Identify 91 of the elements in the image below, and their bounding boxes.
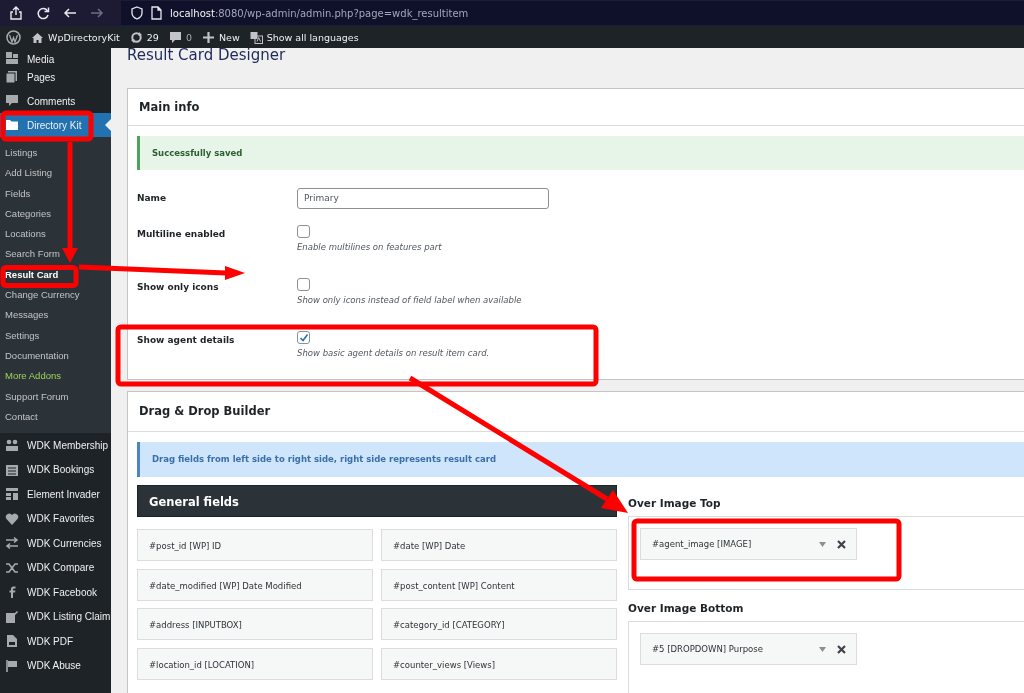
admin-bar-link[interactable]: WpDirectoryKit bbox=[48, 31, 120, 43]
menu-item[interactable]: Element Invader bbox=[0, 482, 111, 507]
field-description: Enable multilines on features part bbox=[297, 242, 442, 252]
submenu-item[interactable]: Settings bbox=[0, 325, 111, 346]
zone-title: Over Image Top bbox=[628, 496, 722, 511]
info-notice: Drag fields from left side to right side, right side represents result card bbox=[137, 442, 1024, 477]
admin-bar-link[interactable]: Show all languages bbox=[266, 31, 359, 43]
submenu-item[interactable]: Search Form bbox=[0, 244, 111, 265]
address-bar[interactable]: localhost:8080/wp-admin/admin.php?page=wdk_resultitem bbox=[121, 1, 1024, 25]
heart-icon bbox=[5, 511, 19, 526]
submenu-item[interactable]: More Addons bbox=[0, 366, 111, 387]
translate-icon[interactable] bbox=[249, 30, 263, 44]
checkbox[interactable] bbox=[297, 331, 310, 344]
page-icon bbox=[151, 6, 162, 20]
success-notice: Successfully saved bbox=[137, 136, 1024, 170]
submenu-item[interactable]: Change Currency bbox=[0, 285, 111, 306]
field-description: Show only icons instead of field label when available bbox=[297, 295, 522, 305]
url-text: localhost:8080/wp-admin/admin.php?page=wdk_resultitem bbox=[170, 7, 469, 19]
checkbox[interactable] bbox=[297, 278, 310, 291]
menu-icon bbox=[5, 94, 19, 108]
comment-icon[interactable] bbox=[168, 30, 182, 44]
admin-bar-link[interactable]: 29 bbox=[146, 31, 159, 43]
close-icon[interactable] bbox=[837, 644, 846, 654]
draggable-field[interactable]: #date [WP] Date bbox=[381, 529, 617, 561]
field-label: Name bbox=[137, 193, 168, 203]
section-header: General fields bbox=[137, 485, 617, 517]
file-icon bbox=[5, 634, 19, 649]
back-icon[interactable] bbox=[63, 6, 77, 20]
field-description: Show basic agent details on result item card. bbox=[297, 348, 490, 358]
submenu-item[interactable]: Contact bbox=[0, 406, 111, 428]
name-field[interactable]: Primary bbox=[297, 187, 549, 209]
draggable-field[interactable]: #category_id [CATEGORY] bbox=[381, 608, 617, 640]
flag-icon bbox=[5, 658, 19, 673]
draggable-field[interactable]: #address [INPUTBOX] bbox=[137, 608, 373, 640]
refresh-icon[interactable] bbox=[129, 30, 143, 44]
share-icon[interactable] bbox=[9, 6, 23, 20]
menu-icon bbox=[5, 51, 19, 65]
submenu-item[interactable]: Fields bbox=[0, 183, 111, 204]
draggable-field[interactable]: #counter_views [Views] bbox=[381, 647, 617, 680]
menu-item[interactable]: WDK Listing Claim bbox=[0, 604, 111, 630]
shield-icon bbox=[131, 6, 143, 20]
shuffle-icon bbox=[5, 560, 19, 575]
placed-field[interactable]: #5 [DROPDOWN] Purpose bbox=[640, 633, 857, 665]
menu-item[interactable]: Pages bbox=[0, 65, 111, 89]
menu-item[interactable]: WDK Facebook bbox=[0, 580, 111, 605]
menu-item[interactable]: Comments bbox=[0, 89, 111, 113]
menu-item[interactable]: Media bbox=[0, 48, 111, 65]
folder-icon bbox=[5, 118, 19, 132]
admin-bar-link[interactable]: 0 bbox=[185, 31, 192, 43]
card-title: Main info bbox=[128, 89, 1024, 126]
submenu-item[interactable]: Result Card bbox=[0, 264, 111, 286]
draggable-field[interactable]: #date_modified [WP] Date Modified bbox=[137, 568, 373, 601]
menu-item[interactable]: WDK PDF bbox=[0, 629, 111, 654]
draggable-field[interactable]: #post_content [WP] Content bbox=[381, 568, 617, 601]
caret-icon[interactable] bbox=[819, 541, 826, 547]
draggable-field[interactable]: #post_id [WP] ID bbox=[137, 529, 373, 561]
group-icon bbox=[5, 438, 19, 453]
document-icon bbox=[5, 609, 19, 624]
menu-item[interactable]: WDK Currencies bbox=[0, 531, 111, 556]
caret-icon[interactable] bbox=[819, 646, 826, 652]
submenu-item[interactable]: Add Listing bbox=[0, 163, 111, 184]
menu-item[interactable]: WDK Bookings bbox=[0, 457, 111, 483]
field-label: Show agent details bbox=[137, 335, 235, 345]
menu-item[interactable]: WDK Compare bbox=[0, 555, 111, 581]
menu-item[interactable]: WDK Favorites bbox=[0, 506, 111, 532]
field-label: Multiline enabled bbox=[137, 229, 226, 239]
exchange-icon bbox=[5, 536, 19, 551]
page-title: Result Card Designer bbox=[127, 48, 287, 62]
menu-item[interactable]: WDK Membership bbox=[0, 433, 111, 458]
field-label: Show only icons bbox=[137, 282, 219, 292]
menu-icon bbox=[5, 70, 19, 84]
layout-icon bbox=[5, 487, 19, 502]
submenu-item[interactable]: Listings bbox=[0, 143, 111, 164]
menu-item[interactable]: WDK Abuse bbox=[0, 653, 111, 679]
placed-field[interactable]: #agent_image [IMAGE] bbox=[640, 528, 857, 560]
calendar-icon bbox=[5, 462, 19, 477]
forward-icon[interactable] bbox=[90, 6, 104, 20]
draggable-field[interactable]: #location_id [LOCATION] bbox=[137, 647, 373, 680]
submenu-item[interactable]: Locations bbox=[0, 224, 111, 245]
card-title: Drag & Drop Builder bbox=[128, 392, 1024, 432]
zone-title: Over Image Bottom bbox=[628, 601, 745, 616]
close-icon[interactable] bbox=[837, 539, 846, 549]
checkbox[interactable] bbox=[297, 225, 310, 238]
submenu-item[interactable]: Categories bbox=[0, 203, 111, 225]
submenu-item[interactable]: Messages bbox=[0, 305, 111, 326]
home-icon[interactable] bbox=[31, 30, 44, 44]
submenu-item[interactable]: Documentation bbox=[0, 345, 111, 367]
plus-icon[interactable] bbox=[201, 30, 215, 44]
submenu-item[interactable]: Support Forum bbox=[0, 386, 111, 407]
reload-icon[interactable] bbox=[36, 6, 50, 20]
admin-bar-link[interactable]: New bbox=[218, 31, 240, 43]
